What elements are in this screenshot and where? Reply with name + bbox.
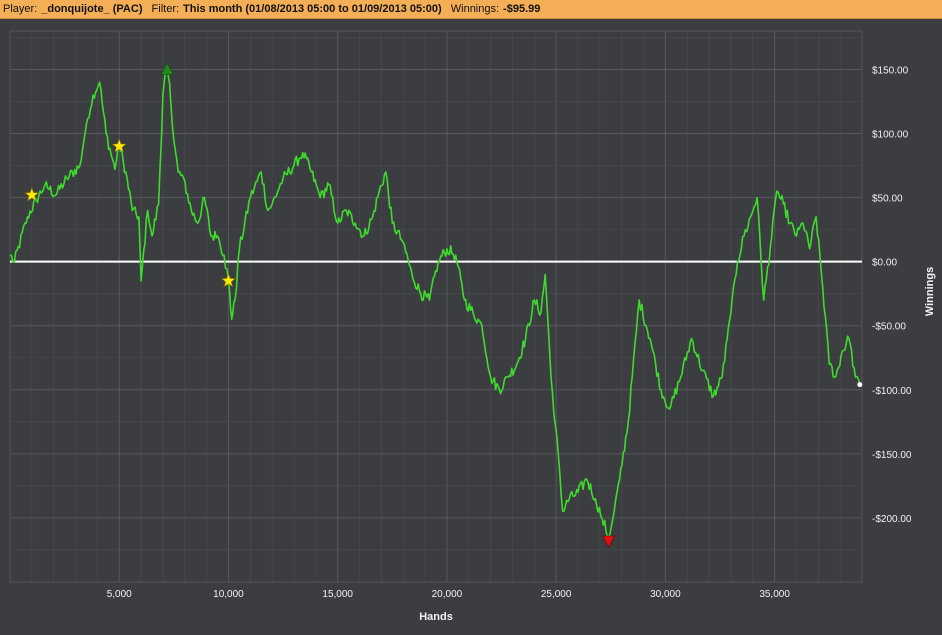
winnings-value: -$95.99 [503,3,541,15]
x-tick-label: 25,000 [541,589,572,600]
x-tick-label: 35,000 [759,589,790,600]
y-tick-label: -$200.00 [872,514,912,525]
player-label: Player: [3,3,38,15]
y-tick-label: $150.00 [872,65,909,76]
x-tick-label: 10,000 [213,589,244,600]
x-axis-title: Hands [419,611,453,623]
filter-value: This month (01/08/2013 05:00 to 01/09/20… [183,3,442,15]
x-tick-label: 5,000 [107,589,132,600]
winnings-chart: 5,000 10,000 15,000 20,000 25,000 30,000 35,00… [0,19,942,635]
y-tick-label: $50.00 [872,194,903,205]
player-value: _donquijote_ (PAC) [41,3,143,15]
y-axis-title: Winnings [924,267,936,316]
y-tick-label: -$100.00 [872,386,912,397]
x-tick-label: 15,000 [322,589,353,600]
y-tick-label: -$50.00 [872,322,906,333]
winnings-label: Winnings: [450,3,500,15]
filter-label: Filter: [151,3,180,15]
y-tick-label: $100.00 [872,130,909,141]
x-tick-label: 30,000 [650,589,681,600]
y-tick-label: $0.00 [872,258,897,269]
end-point-marker [857,382,863,388]
y-tick-label: -$150.00 [872,450,912,461]
header-bar: Player: _donquijote_ (PAC) Filter: This mo… [0,0,942,19]
x-tick-label: 20,000 [432,589,463,600]
